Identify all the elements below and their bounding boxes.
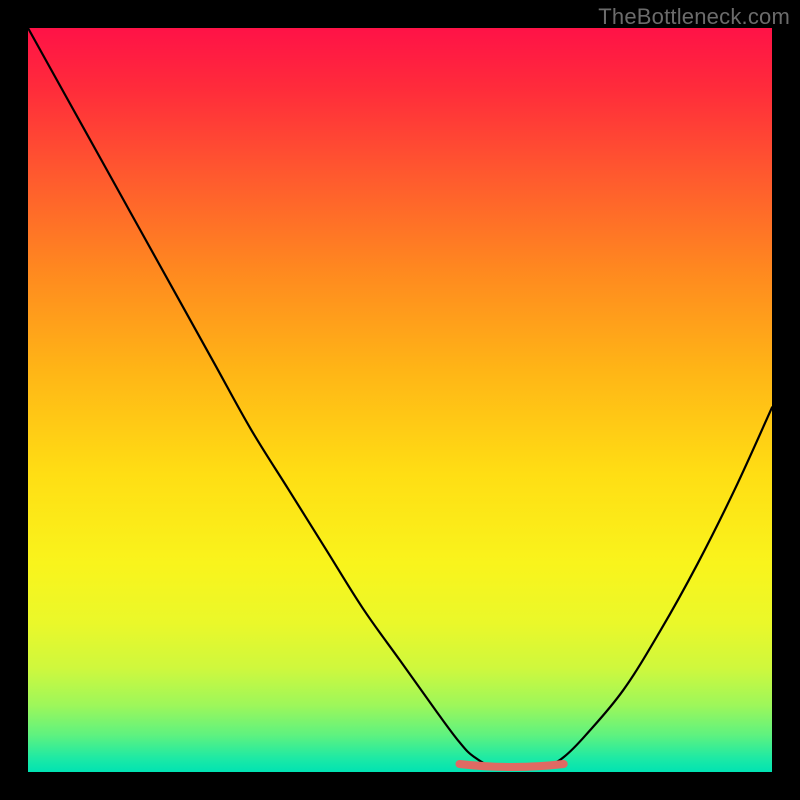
min-highlight-segment [460,764,564,767]
watermark-text: TheBottleneck.com [598,4,790,30]
bottleneck-curve [28,28,772,769]
chart-svg [28,28,772,772]
chart-frame: TheBottleneck.com [0,0,800,800]
